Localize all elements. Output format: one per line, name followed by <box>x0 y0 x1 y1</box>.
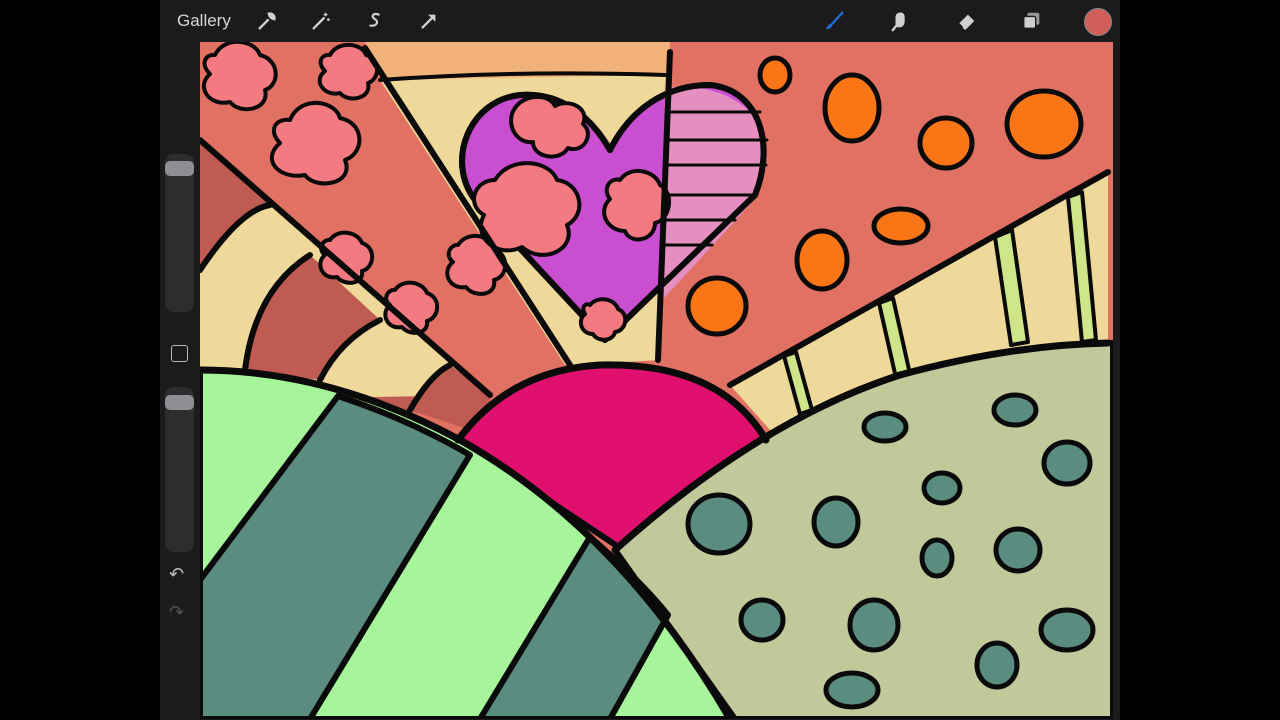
eraser-icon[interactable] <box>953 7 981 35</box>
undo-icon[interactable]: ↶ <box>169 564 184 585</box>
top-toolbar: Gallery <box>160 0 1120 42</box>
opacity-thumb[interactable] <box>165 395 194 410</box>
brush-size-slider[interactable] <box>165 154 194 312</box>
color-swatch[interactable] <box>1084 8 1112 36</box>
selection-icon[interactable] <box>361 7 389 35</box>
transform-arrow-icon[interactable] <box>415 7 443 35</box>
brush-icon[interactable] <box>821 7 849 35</box>
magic-wand-icon[interactable] <box>307 7 335 35</box>
left-sidebar: ↶ ↷ <box>160 42 200 720</box>
redo-icon[interactable]: ↷ <box>169 602 184 623</box>
gallery-button[interactable]: Gallery <box>177 11 231 31</box>
smudge-icon[interactable] <box>887 7 915 35</box>
layers-icon[interactable] <box>1018 7 1046 35</box>
modify-button[interactable] <box>171 345 188 362</box>
drawing-canvas[interactable] <box>200 42 1113 719</box>
artwork <box>200 42 1113 719</box>
brush-size-thumb[interactable] <box>165 161 194 176</box>
wrench-icon[interactable] <box>253 7 281 35</box>
opacity-slider[interactable] <box>165 387 194 552</box>
